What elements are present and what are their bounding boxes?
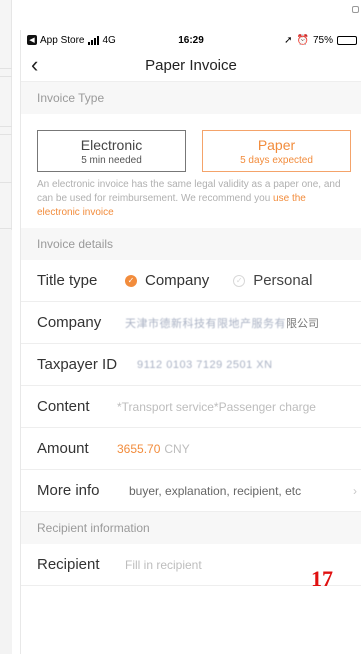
recipient-label: Recipient <box>37 556 100 573</box>
company-label: Company <box>37 314 102 331</box>
radio-company-label: Company <box>145 272 210 289</box>
invoice-type-selector: Electronic 5 min needed Paper 5 days exp… <box>21 114 361 178</box>
title-type-row: Title type ✓ Company ✓ Personal <box>21 260 361 302</box>
more-info-row[interactable]: More info buyer, explanation, recipient,… <box>21 470 361 512</box>
company-row[interactable]: Company 天津市德新科技有限地产服务有 限公司 <box>21 302 361 344</box>
more-info-label: More info <box>37 482 100 499</box>
radio-personal[interactable]: ✓ Personal <box>233 272 312 289</box>
amount-value: 3655.70 <box>117 441 161 456</box>
option-electronic-name: Electronic <box>80 136 143 153</box>
radio-company[interactable]: ✓ Company <box>125 272 209 289</box>
option-paper-sub: 5 days expected <box>240 154 313 166</box>
recipient-row[interactable]: Recipient Fill in recipient <box>21 544 361 586</box>
amount-row: Amount 3655.70 CNY <box>21 428 361 470</box>
amount-label: Amount <box>37 440 89 457</box>
status-time: 16:29 <box>178 34 204 46</box>
amount-unit: CNY <box>164 441 190 456</box>
company-name-suffix: 限公司 <box>286 317 319 330</box>
title-type-label: Title type <box>37 272 98 289</box>
step-number-badge: 17 <box>311 566 333 591</box>
back-chevron-icon[interactable]: ‹ <box>31 54 38 76</box>
company-name-redacted: 天津市德新科技有限地产服务有 <box>125 317 286 330</box>
taxpayer-label: Taxpayer ID <box>37 356 118 373</box>
electronic-invoice-note: An electronic invoice has the same legal… <box>21 178 361 228</box>
status-bar: ◀ App Store 4G 16:29 ➚ ⏰ 75% <box>21 30 361 50</box>
chevron-right-icon: › <box>353 483 357 498</box>
section-invoice-details: Invoice details <box>21 228 361 260</box>
section-recipient: Recipient information <box>21 512 361 544</box>
content-row: Content *Transport service*Passenger cha… <box>21 386 361 428</box>
page-title: Paper Invoice <box>145 57 237 74</box>
taxpayer-row[interactable]: Taxpayer ID 9112 0103 7129 2501 XN <box>21 344 361 386</box>
more-info-value: buyer, explanation, recipient, etc <box>129 483 302 498</box>
content-value: *Transport service*Passenger charge <box>117 399 316 414</box>
window-corner-icon <box>352 6 359 13</box>
phone-screen: ◀ App Store 4G 16:29 ➚ ⏰ 75% ‹ Paper Inv… <box>20 30 361 654</box>
option-electronic-sub: 5 min needed <box>81 154 142 166</box>
nav-bar: ‹ Paper Invoice <box>21 50 361 82</box>
option-paper-name: Paper <box>257 136 296 153</box>
check-circle-outline-icon: ✓ <box>233 274 246 287</box>
recipient-input[interactable]: Fill in recipient <box>125 558 202 572</box>
battery-icon <box>337 35 357 45</box>
check-circle-icon: ✓ <box>125 274 137 287</box>
option-electronic[interactable]: Electronic 5 min needed <box>37 130 186 172</box>
content-label: Content <box>37 398 90 415</box>
option-paper[interactable]: Paper 5 days expected <box>202 130 351 172</box>
background-app-strip <box>0 0 12 654</box>
section-invoice-type: Invoice Type <box>21 82 361 114</box>
taxpayer-id-redacted: 9112 0103 7129 2501 XN <box>137 358 273 371</box>
radio-personal-label: Personal <box>253 272 313 289</box>
